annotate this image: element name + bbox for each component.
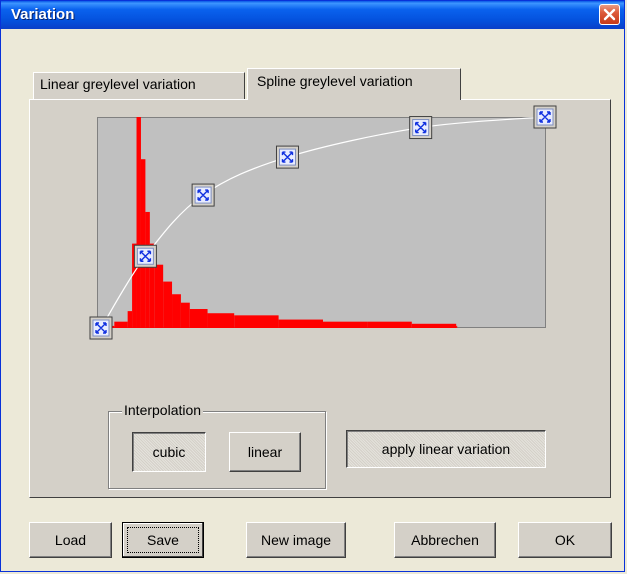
histogram-bar <box>234 315 279 328</box>
cubic-button[interactable]: cubic <box>132 432 206 472</box>
histogram-bar <box>127 311 133 328</box>
histogram-bar <box>154 264 164 328</box>
load-button[interactable]: Load <box>29 522 112 558</box>
save-button[interactable]: Save <box>122 522 204 558</box>
cancel-button[interactable]: Abbrechen <box>394 522 496 558</box>
control-point-handle[interactable] <box>275 145 299 169</box>
new-image-button[interactable]: New image <box>246 522 346 558</box>
histogram-bar <box>323 321 368 328</box>
control-point-handle[interactable] <box>133 244 157 268</box>
ok-button[interactable]: OK <box>518 522 612 558</box>
spline-chart <box>89 105 557 340</box>
control-point-handle[interactable] <box>89 316 113 340</box>
histogram-bar <box>140 159 146 328</box>
histogram-bar <box>172 294 181 328</box>
control-point-handle[interactable] <box>533 105 557 129</box>
histogram-bar <box>207 313 235 328</box>
histogram-bar <box>180 302 190 328</box>
histogram-bar <box>367 321 412 328</box>
control-point-handle[interactable] <box>409 116 433 140</box>
histogram-bar <box>456 325 458 328</box>
histogram-bar <box>114 321 128 328</box>
histogram-bar <box>278 319 323 328</box>
apply-linear-variation-button[interactable]: apply linear variation <box>346 430 546 468</box>
histogram-bar <box>411 323 457 328</box>
control-point-handle[interactable] <box>191 183 215 207</box>
histogram-bar <box>136 117 141 328</box>
histogram-bar <box>163 281 173 328</box>
histogram-bar <box>145 211 150 328</box>
linear-button[interactable]: linear <box>229 432 301 472</box>
histogram-bar <box>189 309 208 328</box>
interpolation-group-label: Interpolation <box>122 402 204 418</box>
save-button-label: Save <box>147 532 179 548</box>
